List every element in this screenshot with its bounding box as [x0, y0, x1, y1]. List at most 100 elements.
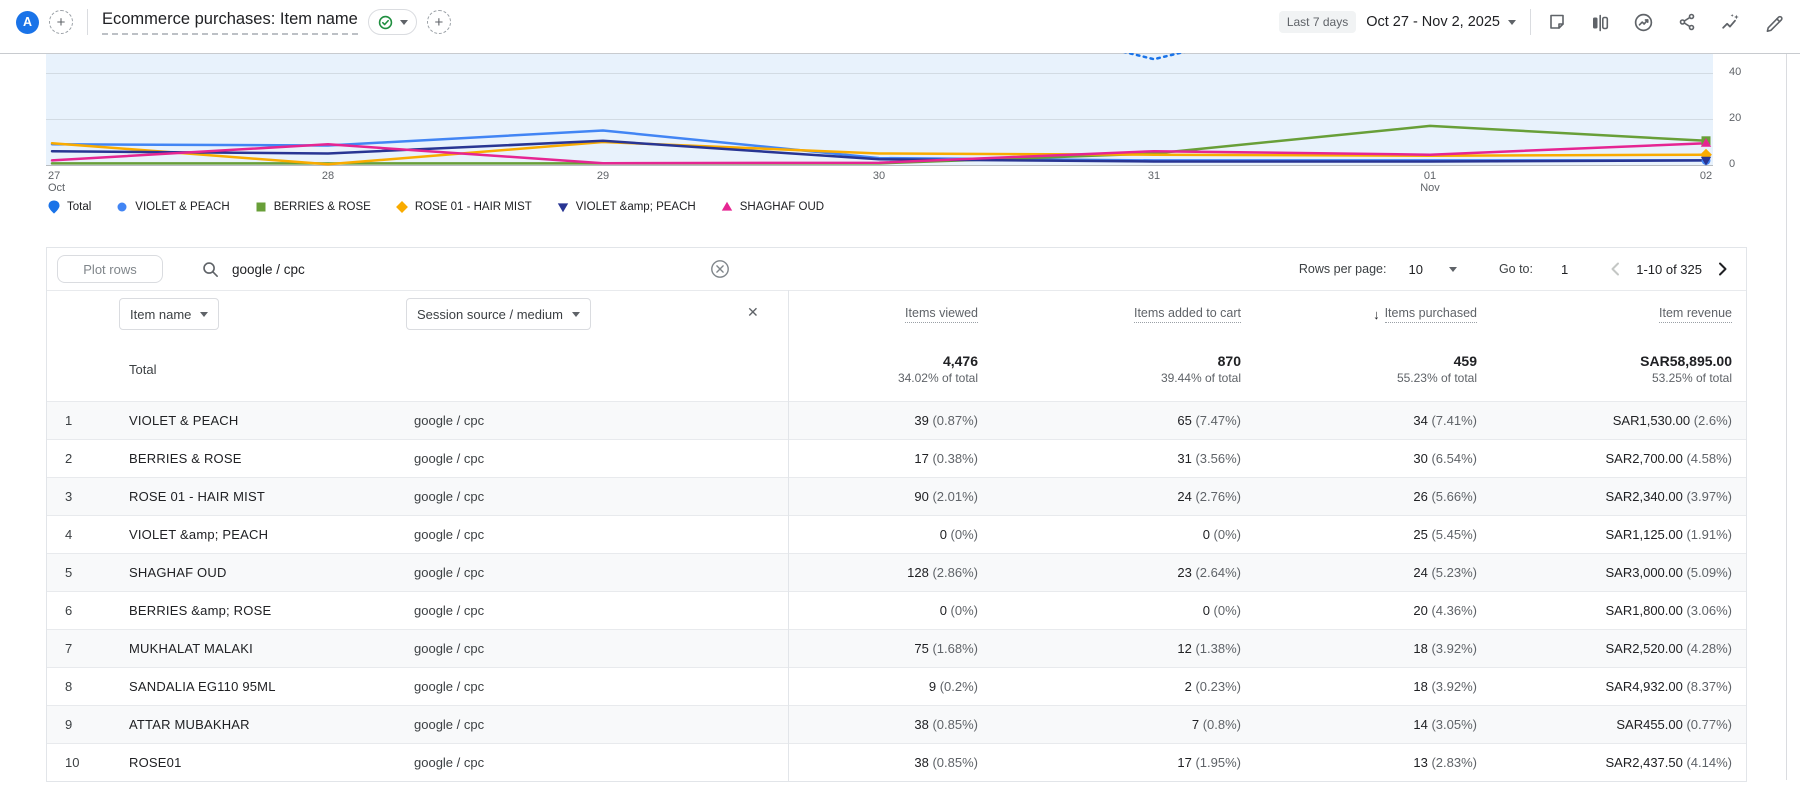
column-header-item-revenue[interactable]: Item revenue — [1659, 306, 1732, 323]
column-header-items-viewed[interactable]: Items viewed — [905, 306, 978, 323]
cell-item-revenue: SAR2,700.00 (4.58%) — [1605, 451, 1732, 466]
table-row[interactable]: 7 MUKHALAT MALAKI google / cpc 75 (1.68%) 12… — [47, 629, 1746, 667]
cell-session-source: google / cpc — [414, 451, 485, 466]
cell-items-purchased: 20 (4.36%) — [1413, 603, 1477, 618]
table-row[interactable]: 10 ROSE01 google / cpc 38 (0.85%) 17 (1.95%)… — [47, 743, 1746, 781]
date-preset-badge: Last 7 days — [1278, 11, 1357, 33]
date-range-picker[interactable]: Oct 27 - Nov 2, 2025 — [1366, 14, 1500, 30]
table-row[interactable]: 4 VIOLET &amp; PEACH google / cpc 0 (0%) 0 (… — [47, 515, 1746, 553]
scrollbar[interactable] — [1786, 54, 1787, 780]
cell-item-name: ATTAR MUBAKHAR — [129, 717, 250, 732]
total-items-viewed: 4,476 — [942, 352, 978, 369]
legend-label: BERRIES & ROSE — [273, 201, 371, 213]
search-input[interactable] — [230, 260, 614, 278]
rows-per-page-label: Rows per page: — [1298, 262, 1387, 276]
cell-session-source: google / cpc — [414, 755, 485, 770]
next-page-icon[interactable] — [1712, 259, 1732, 279]
cell-session-source: google / cpc — [414, 527, 485, 542]
check-circle-icon — [378, 15, 393, 29]
cell-items-viewed: 17 (0.38%) — [914, 451, 978, 466]
table-total-row: Total 4,476 34.02% of total 870 39.44% of … — [47, 337, 1746, 401]
insights-sparkle-icon[interactable] — [1720, 12, 1741, 33]
share-icon[interactable] — [1677, 12, 1697, 32]
remove-dimension-icon[interactable]: ✕ — [747, 305, 759, 319]
row-index: 4 — [65, 527, 73, 542]
report-status-pill[interactable] — [367, 9, 417, 35]
dimension-chip-session-source[interactable]: Session source / medium — [406, 298, 591, 330]
row-index: 10 — [65, 755, 80, 770]
cell-item-revenue: SAR1,800.00 (3.06%) — [1605, 603, 1732, 618]
search-icon — [201, 260, 220, 279]
edit-icon[interactable] — [1764, 12, 1784, 32]
table-row[interactable]: 9 ATTAR MUBAKHAR google / cpc 38 (0.85%) 7 (… — [47, 705, 1746, 743]
cell-items-purchased: 26 (5.66%) — [1413, 489, 1477, 504]
gridline-20 — [46, 119, 1713, 120]
plot-rows-button[interactable]: Plot rows — [57, 255, 163, 283]
topbar-actions — [1547, 12, 1784, 33]
table-row[interactable]: 5 SHAGHAF OUD google / cpc 128 (2.86%) 23 (2… — [47, 553, 1746, 591]
cell-item-name: SANDALIA EG110 95ML — [129, 679, 276, 694]
chevron-down-icon[interactable] — [1508, 19, 1516, 25]
legend-item: Total — [47, 200, 91, 214]
x-tick-label: 27 Oct — [48, 170, 66, 194]
cell-items-viewed: 9 (0.2%) — [928, 679, 978, 694]
chart-plot-area — [46, 54, 1713, 165]
y-tick-label: 40 — [1729, 66, 1742, 78]
row-index: 3 — [65, 489, 73, 504]
chevron-down-icon — [200, 311, 209, 317]
rows-per-page-value[interactable]: 10 — [1408, 262, 1422, 277]
cell-items-added-to-cart: 7 (0.8%) — [1191, 717, 1241, 732]
row-index: 6 — [65, 603, 73, 618]
total-item-revenue: SAR58,895.00 — [1640, 352, 1732, 369]
cell-item-name: VIOLET &amp; PEACH — [129, 527, 269, 542]
topbar-right: Last 7 days Oct 27 - Nov 2, 2025 — [1278, 9, 1784, 35]
avatar[interactable]: A — [16, 10, 39, 34]
cell-item-name: ROSE 01 - HAIR MIST — [129, 489, 265, 504]
table-row[interactable]: 1 VIOLET & PEACH google / cpc 39 (0.87%) 65 … — [47, 401, 1746, 439]
table-row[interactable]: 3 ROSE 01 - HAIR MIST google / cpc 90 (2.01… — [47, 477, 1746, 515]
legend-label: SHAGHAF OUD — [739, 201, 825, 213]
table-header-row: Item name Session source / medium Items … — [47, 291, 1746, 337]
table-body: 1 VIOLET & PEACH google / cpc 39 (0.87%) 65 … — [47, 401, 1746, 781]
x-tick-label: 01 Nov — [1420, 170, 1440, 194]
cell-items-viewed: 0 (0%) — [939, 527, 978, 542]
divider — [1530, 9, 1531, 35]
y-tick-label: 20 — [1729, 112, 1742, 124]
clear-search-icon[interactable] — [709, 258, 731, 280]
chevron-down-icon[interactable] — [1448, 266, 1457, 272]
add-report-button[interactable]: + — [426, 10, 451, 34]
compare-icon[interactable] — [1590, 12, 1610, 32]
page-title[interactable]: Ecommerce purchases: Item name — [102, 10, 358, 35]
cell-item-revenue: SAR2,520.00 (4.28%) — [1605, 641, 1732, 656]
cell-items-added-to-cart: 24 (2.76%) — [1177, 489, 1241, 504]
cell-items-viewed: 0 (0%) — [939, 603, 978, 618]
note-icon[interactable] — [1547, 12, 1567, 32]
table-row[interactable]: 6 BERRIES &amp; ROSE google / cpc 0 (0%) 0 (… — [47, 591, 1746, 629]
triangle-down-marker-icon — [557, 203, 568, 213]
cell-item-name: MUKHALAT MALAKI — [129, 641, 253, 656]
dimension-chip-item-name[interactable]: Item name — [119, 298, 220, 330]
chevron-down-icon — [571, 311, 580, 317]
cell-items-purchased: 25 (5.45%) — [1413, 527, 1477, 542]
analytics-insights-icon[interactable] — [1633, 12, 1654, 33]
chevron-down-icon — [399, 19, 408, 25]
column-header-items-purchased[interactable]: Items purchased — [1384, 306, 1477, 323]
total-sub: 34.02% of total — [897, 370, 978, 385]
chip-label: Session source / medium — [417, 306, 563, 322]
cell-items-added-to-cart: 0 (0%) — [1202, 603, 1241, 618]
add-card-button[interactable]: + — [49, 10, 73, 34]
cell-session-source: google / cpc — [414, 717, 485, 732]
cell-items-purchased: 14 (3.05%) — [1413, 717, 1477, 732]
cell-items-purchased: 34 (7.41%) — [1413, 413, 1477, 428]
table-row[interactable]: 2 BERRIES & ROSE google / cpc 17 (0.38%) 31 … — [47, 439, 1746, 477]
previous-page-icon[interactable] — [1606, 259, 1626, 279]
gridline-40 — [46, 73, 1713, 74]
pagination: Rows per page: 10 Go to: 1 1-10 of 325 — [1299, 248, 1732, 290]
cell-items-viewed: 75 (1.68%) — [914, 641, 978, 656]
cell-item-revenue: SAR4,932.00 (8.37%) — [1605, 679, 1732, 694]
table-row[interactable]: 8 SANDALIA EG110 95ML google / cpc 9 (0.2%)… — [47, 667, 1746, 705]
row-index: 2 — [65, 451, 73, 466]
cell-session-source: google / cpc — [414, 679, 485, 694]
column-header-items-added-to-cart[interactable]: Items added to cart — [1133, 306, 1241, 323]
goto-page-input[interactable]: 1 — [1561, 262, 1568, 277]
